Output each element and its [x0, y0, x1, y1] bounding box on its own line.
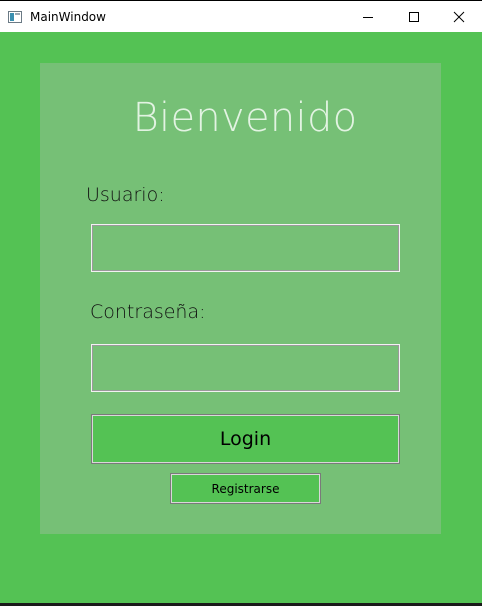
window-title: MainWindow	[30, 9, 106, 24]
welcome-heading: Bienvenido	[132, 95, 358, 141]
username-input[interactable]	[91, 224, 400, 272]
maximize-icon	[409, 11, 419, 22]
minimize-icon	[363, 16, 373, 18]
password-label: Contraseña:	[90, 301, 206, 323]
title-bar[interactable]: MainWindow	[0, 1, 482, 32]
password-input[interactable]	[91, 344, 400, 392]
minimize-button[interactable]	[345, 1, 391, 32]
username-label: Usuario:	[86, 184, 165, 206]
app-window-icon	[8, 10, 22, 23]
close-button[interactable]	[436, 1, 482, 32]
maximize-button[interactable]	[391, 1, 437, 32]
login-panel: Bienvenido Usuario: Contraseña: Login Re…	[40, 63, 441, 534]
login-button[interactable]: Login	[91, 414, 400, 464]
main-window: MainWindow Bienvenido Usuario: Contraseñ…	[0, 0, 482, 603]
register-button[interactable]: Registrarse	[170, 473, 321, 504]
close-icon	[453, 11, 465, 22]
